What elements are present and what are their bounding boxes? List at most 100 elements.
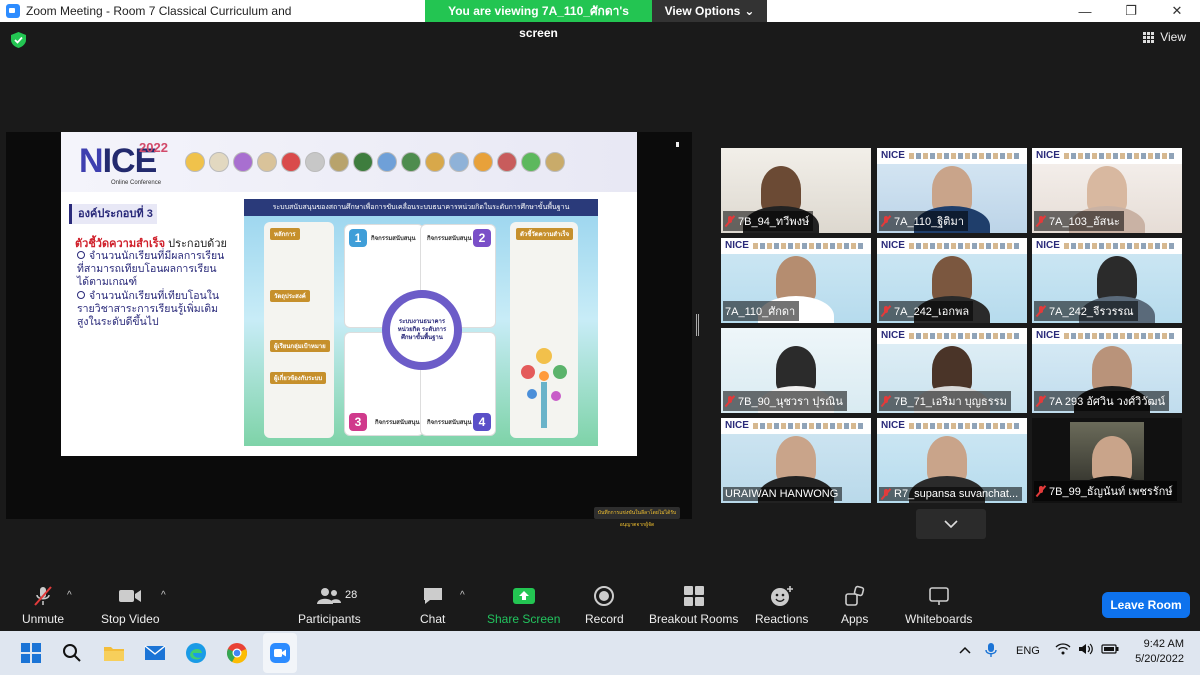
participant-video-tile[interactable]: NICE 7A_103_อัสนะ bbox=[1032, 148, 1182, 233]
stop-video-button[interactable]: Stop Video bbox=[101, 584, 160, 626]
participant-name-label: 7A_242_เอกพล bbox=[879, 301, 974, 321]
breakout-rooms-label: Breakout Rooms bbox=[649, 612, 739, 626]
participant-video-tile[interactable]: NICE 7A 293 อัศวิน วงศ์วิวัฒน์ bbox=[1032, 328, 1182, 413]
view-layout-button[interactable]: View bbox=[1143, 30, 1186, 44]
view-options-label: View Options bbox=[664, 4, 741, 18]
stop-video-label: Stop Video bbox=[101, 612, 160, 626]
wifi-icon[interactable] bbox=[1055, 643, 1071, 658]
chrome-browser-icon[interactable] bbox=[223, 639, 251, 667]
participant-name-label: 7A_110_ฐิติมา bbox=[879, 211, 968, 231]
reactions-button[interactable]: Reactions bbox=[755, 584, 808, 626]
seal-icon bbox=[353, 152, 373, 172]
unmute-button[interactable]: Unmute bbox=[22, 584, 64, 626]
volume-icon[interactable] bbox=[1078, 643, 1094, 658]
microphone-tray-icon[interactable] bbox=[985, 642, 997, 661]
mic-muted-icon bbox=[881, 395, 891, 407]
quadrant-number: 1 bbox=[349, 229, 367, 247]
quadrant-number: 4 bbox=[473, 413, 491, 431]
apps-button[interactable]: Apps bbox=[841, 584, 868, 626]
quadrant-label: กิจกรรมสนับสนุน bbox=[427, 420, 472, 426]
participants-count: 28 bbox=[345, 589, 358, 601]
seal-icon bbox=[305, 152, 325, 172]
file-explorer-icon[interactable] bbox=[100, 639, 128, 667]
edge-browser-icon[interactable] bbox=[182, 639, 210, 667]
quadrant-number: 3 bbox=[349, 413, 367, 431]
record-label: Record bbox=[585, 612, 624, 626]
participant-video-tile[interactable]: 7B_90_นุชวรา ปุรณิน bbox=[721, 328, 871, 413]
apps-icon bbox=[844, 585, 864, 606]
participant-video-tile[interactable]: 7B_99_ธัญนันท์ เพชรรักษ์ bbox=[1032, 418, 1182, 503]
participant-video-tile[interactable]: NICE 7A_110_ศักดา bbox=[721, 238, 871, 323]
participant-video-tile[interactable]: NICE 7A_242_เอกพล bbox=[877, 238, 1027, 323]
seal-icon bbox=[449, 152, 469, 172]
close-button[interactable]: ✕ bbox=[1154, 0, 1200, 22]
seal-icon bbox=[401, 152, 421, 172]
tray-overflow-chevron-icon[interactable] bbox=[959, 645, 971, 657]
record-button[interactable]: Record bbox=[585, 584, 624, 626]
chat-options-caret[interactable]: ^ bbox=[460, 590, 465, 601]
chevron-down-icon: ⌄ bbox=[744, 4, 755, 18]
system-clock[interactable]: 9:42 AM 5/20/2022 bbox=[1135, 637, 1184, 667]
stakeholders-head: ผู้เกี่ยวข้องกับระบบ bbox=[270, 372, 327, 384]
clock-date: 5/20/2022 bbox=[1135, 653, 1184, 665]
breakout-rooms-button[interactable]: Breakout Rooms bbox=[649, 584, 738, 626]
bullet-text: จำนวนนักเรียนที่มีผลการเรียนที่สามารถเที… bbox=[77, 250, 225, 288]
participant-video-tile[interactable]: 7B_94_ทวีพงษ์ bbox=[721, 148, 871, 233]
chat-button[interactable]: Chat bbox=[420, 584, 445, 626]
participant-video-tile[interactable]: NICE 7A_242_จีรวรรณ bbox=[1032, 238, 1182, 323]
bullet-circle-icon bbox=[77, 251, 85, 259]
search-icon[interactable] bbox=[58, 639, 86, 667]
battery-icon[interactable] bbox=[1101, 644, 1119, 657]
reactions-smiley-icon bbox=[770, 586, 793, 606]
center-cycle-text: ระบบงานธนาคารหน่วยกิต ระดับการศึกษาขั้นพ… bbox=[397, 319, 447, 341]
seal-icon bbox=[233, 152, 253, 172]
bullet-circle-icon bbox=[77, 291, 85, 299]
windows-start-icon[interactable] bbox=[17, 639, 45, 667]
component-title: องค์ประกอบที่ 3 bbox=[69, 204, 157, 224]
minimize-button[interactable]: — bbox=[1062, 0, 1108, 22]
conference-banner-strip: NICE bbox=[1032, 328, 1182, 344]
whiteboards-button[interactable]: Whiteboards bbox=[905, 584, 972, 626]
input-language[interactable]: ENG bbox=[1016, 645, 1040, 657]
success-indicator-column: ตัวชี้วัดความสำเร็จ bbox=[510, 222, 578, 438]
reactions-label: Reactions bbox=[755, 612, 809, 626]
participant-name-label: 7A_242_จีรวรรณ bbox=[1034, 301, 1138, 321]
objectives-head: วัตถุประสงค์ bbox=[270, 290, 310, 302]
maximize-button[interactable]: ❐ bbox=[1108, 0, 1154, 22]
record-icon bbox=[594, 586, 615, 606]
share-screen-button[interactable]: Share Screen bbox=[487, 584, 560, 626]
seal-icon bbox=[425, 152, 445, 172]
mail-icon[interactable] bbox=[141, 639, 169, 667]
quadrant-label: กิจกรรมสนับสนุน bbox=[371, 236, 416, 242]
mic-muted-icon bbox=[1036, 215, 1046, 227]
participant-video-tile[interactable]: NICE URAIWAN HANWONG bbox=[721, 418, 871, 503]
view-options-button[interactable]: View Options ⌄ bbox=[652, 0, 767, 22]
whiteboards-label: Whiteboards bbox=[905, 612, 973, 626]
participant-name-label: 7B_99_ธัญนันท์ เพชรรักษ์ bbox=[1034, 481, 1177, 501]
panel-resize-handle[interactable] bbox=[696, 314, 699, 336]
mic-muted-icon bbox=[881, 305, 891, 317]
conference-banner-strip: NICE bbox=[877, 418, 1027, 434]
zoom-app-icon bbox=[6, 4, 20, 18]
mic-muted-icon bbox=[881, 488, 891, 500]
participant-video-tile[interactable]: NICE R7_supansa suvanchat... bbox=[877, 418, 1027, 503]
video-options-caret[interactable]: ^ bbox=[161, 590, 166, 601]
participant-name: 7B_99_ธัญนันท์ เพชรรักษ์ bbox=[1049, 486, 1173, 498]
leave-room-button[interactable]: Leave Room bbox=[1102, 592, 1190, 618]
principles-head: หลักการ bbox=[270, 228, 300, 240]
participant-video-tile[interactable]: NICE 7B_71_เอริมา บุญธรรม bbox=[877, 328, 1027, 413]
participant-video-tile[interactable]: NICE 7A_110_ฐิติมา bbox=[877, 148, 1027, 233]
mic-muted-icon bbox=[725, 395, 735, 407]
participant-name: 7A_242_จีรวรรณ bbox=[1049, 306, 1134, 318]
indicator-bullet: จำนวนนักเรียนที่เทียบโอนในรายวิชาสาระการ… bbox=[77, 290, 227, 329]
seal-icon bbox=[257, 152, 277, 172]
encryption-shield-icon[interactable] bbox=[11, 32, 26, 48]
mouse-cursor bbox=[676, 142, 679, 147]
audio-options-caret[interactable]: ^ bbox=[67, 590, 72, 601]
zoom-taskbar-icon[interactable] bbox=[266, 639, 294, 667]
gallery-next-page-button[interactable] bbox=[916, 509, 986, 539]
diagram-title: ระบบสนับสนุนของสถานศึกษาเพื่อการขับเคลื่… bbox=[244, 199, 598, 216]
window-title: Zoom Meeting - Room 7 Classical Curricul… bbox=[26, 4, 292, 18]
shared-screen[interactable]: NICE 2022 Online Conference องค์ประกอบที… bbox=[6, 132, 692, 528]
participant-name-label: URAIWAN HANWONG bbox=[723, 487, 843, 501]
